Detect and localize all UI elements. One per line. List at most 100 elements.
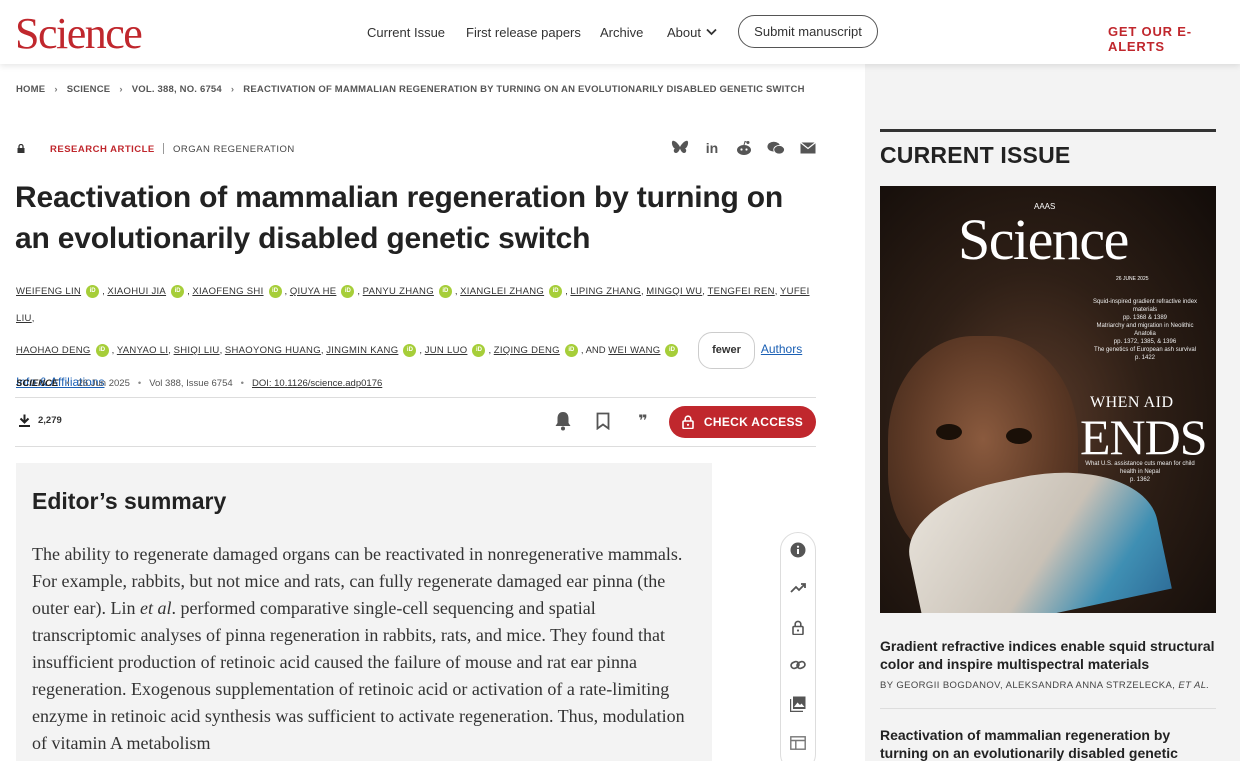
author-link[interactable]: JUN LUO xyxy=(425,345,468,356)
share-toolbar: in xyxy=(671,140,817,156)
author-link[interactable]: WEIFENG LIN xyxy=(16,286,81,297)
author-link[interactable]: WEI WANG xyxy=(608,345,660,356)
cite-icon[interactable]: ❞ xyxy=(634,411,652,431)
author-link[interactable]: LIPING ZHANG xyxy=(570,286,641,297)
chevron-right-icon: › xyxy=(54,84,58,95)
orcid-icon[interactable]: iD xyxy=(438,284,452,298)
bell-icon[interactable] xyxy=(554,411,572,431)
lock-icon xyxy=(17,144,25,153)
cover-headline-main: ENDS xyxy=(1080,409,1208,465)
check-access-label: CHECK ACCESS xyxy=(703,415,804,429)
orcid-icon[interactable]: iD xyxy=(665,344,679,357)
downloads-value: 2,279 xyxy=(38,415,62,426)
editors-summary-heading: Editor’s summary xyxy=(32,488,227,514)
author-link[interactable]: XIAOFENG SHI xyxy=(192,286,263,297)
article-title: Reactivation of mammalian regeneration b… xyxy=(15,181,784,255)
author-link[interactable]: PANYU ZHANG xyxy=(363,286,434,297)
cover-teasers: Squid-inspired gradient refractive index… xyxy=(1092,299,1198,361)
author-link[interactable]: ZIQING DENG xyxy=(494,345,560,356)
wechat-icon[interactable] xyxy=(767,140,785,156)
article-topic-label[interactable]: ORGAN REGENERATION xyxy=(173,144,295,155)
download-icon xyxy=(19,414,30,427)
volume-issue[interactable]: Vol 388, Issue 6754 xyxy=(149,378,232,389)
editors-summary-text: The ability to regenerate damaged organs… xyxy=(32,544,685,753)
nav-first-release-papers[interactable]: First release papers xyxy=(466,25,581,40)
chevron-down-icon xyxy=(706,28,717,36)
nav-about[interactable]: About xyxy=(667,0,717,64)
current-issue-item-title[interactable]: Reactivation of mammalian regeneration b… xyxy=(880,726,1216,761)
orcid-icon[interactable]: iD xyxy=(268,284,282,298)
chevron-right-icon: › xyxy=(119,84,123,95)
author-link[interactable]: TENGFEI REN xyxy=(708,286,775,297)
divider xyxy=(163,143,164,154)
and-label: , AND xyxy=(580,345,606,357)
divider xyxy=(15,397,816,398)
nav-current-issue[interactable]: Current Issue xyxy=(367,25,445,40)
reddit-icon[interactable] xyxy=(735,140,753,156)
linkedin-icon[interactable]: in xyxy=(703,140,721,156)
bluesky-icon[interactable] xyxy=(671,140,689,156)
check-access-button[interactable]: CHECK ACCESS xyxy=(669,406,816,438)
journal-name[interactable]: SCIENCE xyxy=(16,378,58,389)
science-logo[interactable]: Science xyxy=(15,8,143,60)
author-link[interactable]: MINGQI WU xyxy=(646,286,702,297)
current-issue-item-title[interactable]: Gradient refractive indices enable squid… xyxy=(880,637,1216,673)
current-issue-item[interactable]: Gradient refractive indices enable squid… xyxy=(880,637,1216,691)
author-link[interactable]: XIAOHUI JIA xyxy=(107,286,166,297)
divider xyxy=(880,708,1216,709)
orcid-icon[interactable]: iD xyxy=(549,284,563,298)
editors-summary: Editor’s summary The ability to regenera… xyxy=(16,463,712,761)
current-issue-cover[interactable]: AAAS Science 26 JUNE 2025 Squid-inspired… xyxy=(880,186,1216,613)
author-link[interactable]: SHIQI LIU xyxy=(174,345,220,356)
orcid-icon[interactable]: iD xyxy=(171,284,185,298)
author-link[interactable]: QIUYA HE xyxy=(290,286,337,297)
orcid-icon[interactable]: iD xyxy=(564,344,578,357)
chevron-right-icon: › xyxy=(230,84,235,95)
current-issue-item[interactable]: Reactivation of mammalian regeneration b… xyxy=(880,726,1216,761)
lock-icon[interactable] xyxy=(789,618,807,636)
get-e-alerts-link[interactable]: GET OUR E-ALERTS xyxy=(1108,24,1240,54)
fewer-authors-button[interactable]: fewer xyxy=(698,332,755,369)
table-icon[interactable] xyxy=(789,734,807,752)
breadcrumb-current: REACTIVATION OF MAMMALIAN REGENERATION B… xyxy=(243,84,805,95)
orcid-icon[interactable]: iD xyxy=(95,344,109,357)
orcid-icon[interactable]: iD xyxy=(472,344,486,357)
author-link[interactable]: HAOHAO DENG xyxy=(16,345,91,356)
top-navigation-bar: Science Current Issue First release pape… xyxy=(0,0,1240,64)
article-side-toolbar xyxy=(780,532,816,761)
author-link[interactable]: JINGMIN KANG xyxy=(326,345,398,356)
divider xyxy=(880,129,1216,132)
link-icon[interactable] xyxy=(789,656,807,674)
breadcrumb-science[interactable]: SCIENCE xyxy=(67,84,111,95)
publication-date: 26 Jun 2025 xyxy=(77,378,130,389)
orcid-icon[interactable]: iD xyxy=(341,284,355,298)
metrics-trend-icon[interactable] xyxy=(789,579,807,597)
orcid-icon[interactable]: iD xyxy=(86,284,100,298)
current-issue-panel: CURRENT ISSUE AAAS Science 26 JUNE 2025 … xyxy=(865,64,1240,761)
publication-meta: SCIENCE • 26 Jun 2025 • Vol 388, Issue 6… xyxy=(16,378,383,389)
breadcrumb: HOME › SCIENCE › VOL. 388, NO. 6754 › RE… xyxy=(16,84,805,95)
orcid-icon[interactable]: iD xyxy=(403,344,417,357)
image-gallery-icon[interactable] xyxy=(789,695,807,713)
current-issue-item-authors: BY GEORGII BOGDANOV, ALEKSANDRA ANNA STR… xyxy=(880,680,1210,691)
downloads-count: 2,279 xyxy=(18,414,62,427)
cover-subline: What U.S. assistance cuts mean for child… xyxy=(1085,461,1195,483)
article-tools: ❞ xyxy=(554,411,652,431)
lock-icon xyxy=(682,415,694,429)
cover-masthead: Science xyxy=(958,207,1129,272)
cover-date: 26 JUNE 2025 xyxy=(1116,276,1149,282)
breadcrumb-home[interactable]: HOME xyxy=(16,84,45,95)
author-link[interactable]: YANYAO LI xyxy=(117,345,168,356)
author-link[interactable]: XIANGLEI ZHANG xyxy=(460,286,544,297)
divider xyxy=(15,446,816,447)
article-type-label: RESEARCH ARTICLE xyxy=(50,144,155,155)
submit-manuscript-button[interactable]: Submit manuscript xyxy=(738,15,878,48)
email-icon[interactable] xyxy=(799,140,817,156)
info-icon[interactable] xyxy=(789,541,807,559)
nav-about-label: About xyxy=(667,24,701,40)
author-link[interactable]: SHAOYONG HUANG xyxy=(225,345,321,356)
bookmark-icon[interactable] xyxy=(594,411,612,431)
nav-archive[interactable]: Archive xyxy=(600,25,643,40)
breadcrumb-volume[interactable]: VOL. 388, NO. 6754 xyxy=(132,84,222,95)
doi-link[interactable]: DOI: 10.1126/science.adp0176 xyxy=(252,378,382,389)
